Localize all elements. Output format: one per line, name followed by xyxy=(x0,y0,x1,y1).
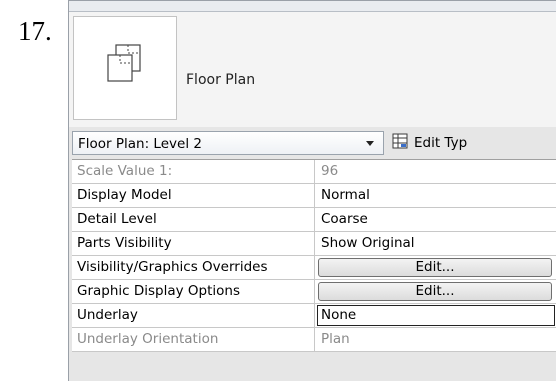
underlay-field[interactable]: None xyxy=(316,304,556,327)
edit-type-label: Edit Typ xyxy=(414,135,468,151)
property-value: Edit... xyxy=(316,280,556,303)
edit-type-icon xyxy=(392,133,408,153)
instance-row: Floor Plan: Level 2 Edit Typ xyxy=(69,131,556,155)
property-value: Plan xyxy=(321,331,350,347)
palette-title-strip xyxy=(69,1,556,12)
visibility-graphics-edit-button[interactable]: Edit... xyxy=(318,258,552,277)
property-row-underlay-orientation: Underlay Orientation Plan xyxy=(72,328,556,352)
step-number: 17. xyxy=(18,16,52,46)
property-row-parts-visibility[interactable]: Parts Visibility Show Original xyxy=(72,232,556,256)
property-row-display-model[interactable]: Display Model Normal xyxy=(72,184,556,208)
property-row-visibility-graphics-overrides: Visibility/Graphics Overrides Edit... xyxy=(72,256,556,280)
property-value[interactable]: Show Original xyxy=(316,232,556,255)
type-selector[interactable]: Floor Plan xyxy=(69,12,556,127)
property-name: Visibility/Graphics Overrides xyxy=(72,256,315,279)
property-row-scale-value: Scale Value 1: 96 xyxy=(72,160,556,184)
property-name: Display Model xyxy=(72,184,315,207)
property-value: 96 xyxy=(321,163,339,179)
chevron-down-icon xyxy=(366,141,374,146)
property-name: Parts Visibility xyxy=(72,232,315,255)
property-row-graphic-display-options: Graphic Display Options Edit... xyxy=(72,280,556,304)
instance-dropdown[interactable]: Floor Plan: Level 2 xyxy=(72,131,384,155)
properties-palette: Floor Plan Floor Plan: Level 2 Edit Typ … xyxy=(68,0,556,381)
property-row-detail-level[interactable]: Detail Level Coarse xyxy=(72,208,556,232)
type-name: Floor Plan xyxy=(186,72,256,88)
property-name: Underlay Orientation xyxy=(72,328,315,351)
property-name: Scale Value 1: xyxy=(72,160,315,183)
property-value[interactable]: Normal xyxy=(316,184,556,207)
property-name: Underlay xyxy=(72,304,315,327)
property-row-underlay[interactable]: Underlay None xyxy=(72,304,556,328)
properties-grid: Scale Value 1: 96 Display Model Normal D… xyxy=(72,159,556,352)
property-name: Graphic Display Options xyxy=(72,280,315,303)
property-name: Detail Level xyxy=(72,208,315,231)
property-value: Edit... xyxy=(316,256,556,279)
edit-type-button[interactable]: Edit Typ xyxy=(392,131,467,155)
graphic-display-edit-button[interactable]: Edit... xyxy=(318,282,552,301)
instance-dropdown-value: Floor Plan: Level 2 xyxy=(78,136,202,152)
property-value[interactable]: Coarse xyxy=(316,208,556,231)
floor-plan-views-icon xyxy=(73,16,177,120)
